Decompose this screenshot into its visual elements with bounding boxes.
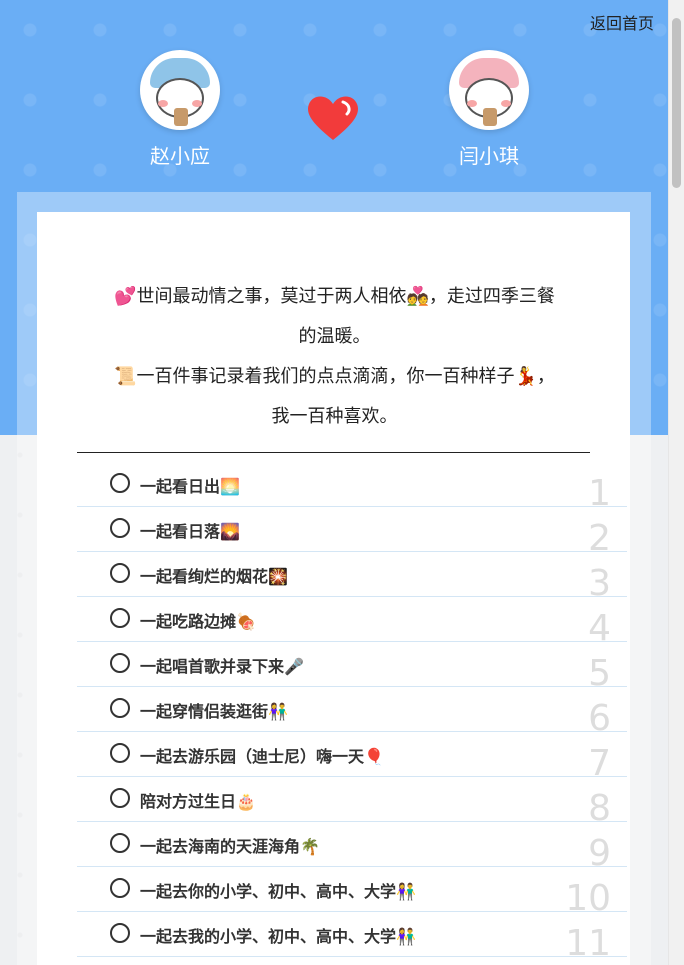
checkbox-circle-icon[interactable] xyxy=(110,608,130,628)
item-label: 一起看日出🌅 xyxy=(140,477,240,496)
bear-pink-hat-avatar xyxy=(449,50,529,130)
person-right: 闫小琪 xyxy=(429,50,549,169)
checkbox-circle-icon[interactable] xyxy=(110,833,130,853)
item-label: 一起看日落🌄 xyxy=(140,522,240,541)
back-home-link[interactable]: 返回首页 xyxy=(590,10,654,34)
bear-blue-hat-avatar xyxy=(140,50,220,130)
item-label: 一起去海南的天涯海角🌴 xyxy=(140,837,320,856)
list-item[interactable]: 一起吃路边摊🍖 4 xyxy=(77,597,627,647)
item-label: 一起去我的小学、初中、高中、大学👫 xyxy=(140,927,416,946)
list-item[interactable]: 一起看日落🌄 2 xyxy=(77,507,627,557)
item-number: 11 xyxy=(565,923,611,964)
checkbox-circle-icon[interactable] xyxy=(110,698,130,718)
checkbox-circle-icon[interactable] xyxy=(110,473,130,493)
item-label: 一起吃路边摊🍖 xyxy=(140,612,256,631)
scrollbar[interactable] xyxy=(668,0,684,965)
intro-text: 💕世间最动情之事，莫过于两人相依💑，走过四季三餐的温暖。 📜一百件事记录着我们的… xyxy=(107,277,562,437)
scrollbar-thumb[interactable] xyxy=(672,18,681,188)
item-label: 一起唱首歌并录下来🎤 xyxy=(140,657,304,676)
checkbox-circle-icon[interactable] xyxy=(110,923,130,943)
checkbox-circle-icon[interactable] xyxy=(110,743,130,763)
bucket-list-card: 💕世间最动情之事，莫过于两人相依💑，走过四季三餐的温暖。 📜一百件事记录着我们的… xyxy=(37,212,630,965)
item-label: 陪对方过生日🎂 xyxy=(140,792,256,811)
intro-line-2: 📜一百件事记录着我们的点点滴滴，你一百种样子💃，我一百种喜欢。 xyxy=(114,366,555,427)
item-label: 一起去你的小学、初中、高中、大学👫 xyxy=(140,882,416,901)
item-label: 一起穿情侣装逛街👫 xyxy=(140,702,288,721)
list-item[interactable]: 一起去海南的天涯海角🌴 9 xyxy=(77,822,627,872)
person-left-name: 赵小应 xyxy=(150,144,210,168)
list-item[interactable]: 陪对方过生日🎂 8 xyxy=(77,777,627,827)
checkbox-circle-icon[interactable] xyxy=(110,788,130,808)
list-item[interactable]: 一起看绚烂的烟花🎇 3 xyxy=(77,552,627,602)
item-label: 一起去游乐园（迪士尼）嗨一天🎈 xyxy=(140,747,384,766)
divider xyxy=(77,452,590,453)
bucket-list: 一起看日出🌅 1 一起看日落🌄 2 一起看绚烂的烟花🎇 3 一起吃路边摊🍖 4 一起唱首歌并录下… xyxy=(77,462,627,962)
checkbox-circle-icon[interactable] xyxy=(110,878,130,898)
list-item[interactable]: 一起穿情侣装逛街👫 6 xyxy=(77,687,627,737)
list-item[interactable]: 一起去你的小学、初中、高中、大学👫 10 xyxy=(77,867,627,917)
item-label: 一起看绚烂的烟花🎇 xyxy=(140,567,288,586)
checkbox-circle-icon[interactable] xyxy=(110,653,130,673)
person-right-name: 闫小琪 xyxy=(459,144,519,168)
list-item[interactable]: 一起唱首歌并录下来🎤 5 xyxy=(77,642,627,692)
person-left: 赵小应 xyxy=(120,50,240,169)
checkbox-circle-icon[interactable] xyxy=(110,518,130,538)
checkbox-circle-icon[interactable] xyxy=(110,563,130,583)
heart-icon xyxy=(308,96,358,140)
intro-line-1: 💕世间最动情之事，莫过于两人相依💑，走过四季三餐的温暖。 xyxy=(114,286,555,347)
list-item[interactable]: 一起去游乐园（迪士尼）嗨一天🎈 7 xyxy=(77,732,627,782)
list-item[interactable]: 一起看日出🌅 1 xyxy=(77,462,627,512)
list-item[interactable]: 一起去我的小学、初中、高中、大学👫 11 xyxy=(77,912,627,962)
